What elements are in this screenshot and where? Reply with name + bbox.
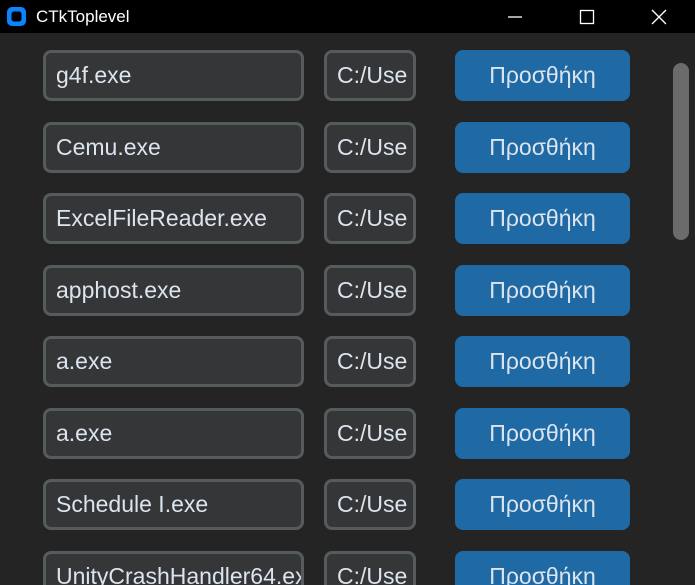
app-square-icon bbox=[7, 7, 26, 26]
exe-name-field[interactable]: a.exe bbox=[43, 336, 304, 387]
window-title: CTkToplevel bbox=[36, 7, 130, 26]
close-icon bbox=[651, 9, 667, 24]
exe-name-field[interactable]: g4f.exe bbox=[43, 50, 304, 101]
exe-name-field[interactable]: Cemu.exe bbox=[43, 121, 304, 173]
add-button[interactable]: Προσθήκη bbox=[455, 50, 630, 101]
title-bar[interactable]: CTkToplevel bbox=[0, 0, 695, 33]
add-button[interactable]: Προσθήκη bbox=[455, 407, 630, 459]
list-item: ExcelFileReader.exe C:/Use Προσθήκη bbox=[0, 176, 660, 248]
exe-name-field[interactable]: Schedule I.exe bbox=[43, 479, 304, 530]
maximize-button[interactable] bbox=[551, 0, 623, 33]
exe-path-field[interactable]: C:/Use bbox=[324, 479, 416, 530]
list-item: Schedule I.exe C:/Use Προσθήκη bbox=[0, 462, 660, 534]
exe-path-field[interactable]: C:/Use bbox=[324, 121, 416, 173]
minimize-icon bbox=[508, 15, 522, 18]
add-button[interactable]: Προσθήκη bbox=[455, 121, 630, 173]
maximize-icon bbox=[579, 9, 595, 24]
ctk-toplevel-window: CTkToplevel g4f.exe C:/Use Προσθήκη Cemu… bbox=[0, 0, 695, 585]
scrollbar-thumb[interactable] bbox=[673, 63, 689, 240]
exe-name-field[interactable]: UnityCrashHandler64.exe bbox=[43, 550, 304, 585]
list-item: a.exe C:/Use Προσθήκη bbox=[0, 391, 660, 463]
list-item: apphost.exe C:/Use Προσθήκη bbox=[0, 248, 660, 320]
exe-path-field[interactable]: C:/Use bbox=[324, 264, 416, 316]
exe-path-field[interactable]: C:/Use bbox=[324, 407, 416, 459]
list-item: UnityCrashHandler64.exe C:/Use Προσθήκη bbox=[0, 534, 660, 585]
list-item: Cemu.exe C:/Use Προσθήκη bbox=[0, 105, 660, 177]
exe-name-field[interactable]: a.exe bbox=[43, 407, 304, 459]
list-item: g4f.exe C:/Use Προσθήκη bbox=[0, 33, 660, 105]
add-button[interactable]: Προσθήκη bbox=[455, 264, 630, 316]
list-item: a.exe C:/Use Προσθήκη bbox=[0, 319, 660, 391]
exe-name-field[interactable]: ExcelFileReader.exe bbox=[43, 193, 304, 244]
scrollable-list[interactable]: g4f.exe C:/Use Προσθήκη Cemu.exe C:/Use … bbox=[0, 33, 695, 585]
exe-path-field[interactable]: C:/Use bbox=[324, 550, 416, 585]
exe-path-field[interactable]: C:/Use bbox=[324, 50, 416, 101]
minimize-button[interactable] bbox=[479, 0, 551, 33]
exe-name-field[interactable]: apphost.exe bbox=[43, 264, 304, 316]
exe-path-field[interactable]: C:/Use bbox=[324, 193, 416, 244]
vertical-scrollbar[interactable] bbox=[673, 63, 689, 585]
add-button[interactable]: Προσθήκη bbox=[455, 336, 630, 387]
add-button[interactable]: Προσθήκη bbox=[455, 193, 630, 244]
close-button[interactable] bbox=[623, 0, 695, 33]
add-button[interactable]: Προσθήκη bbox=[455, 479, 630, 530]
exe-path-field[interactable]: C:/Use bbox=[324, 336, 416, 387]
add-button[interactable]: Προσθήκη bbox=[455, 550, 630, 585]
